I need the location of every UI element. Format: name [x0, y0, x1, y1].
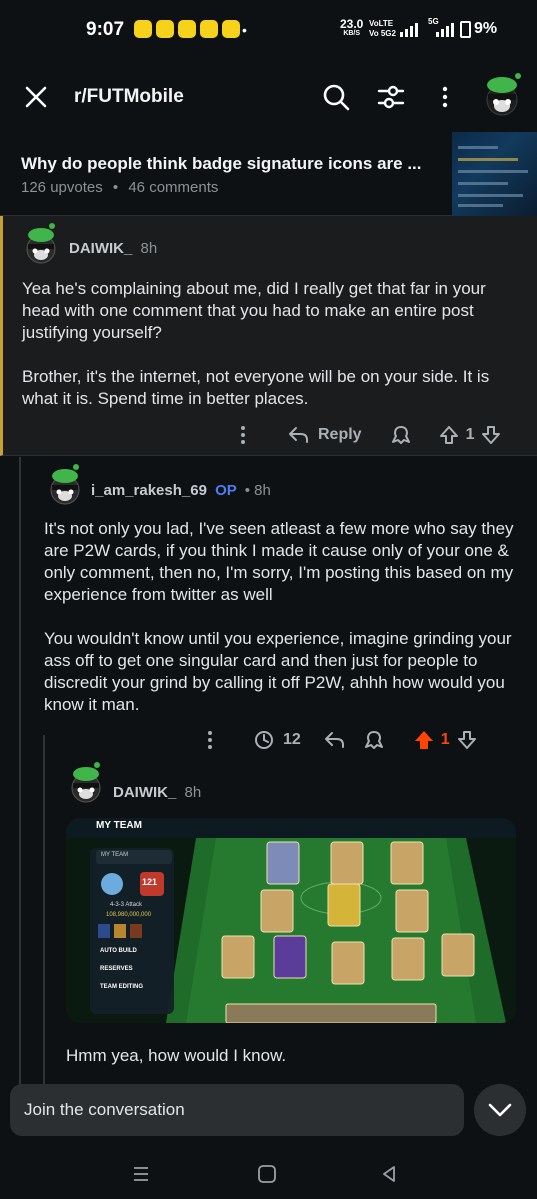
comment-author[interactable]: DAIWIK_ 8h	[113, 784, 201, 801]
game-dropdown: MY TEAM	[101, 852, 129, 858]
award-icon[interactable]	[363, 729, 385, 751]
volte-indicator: VoLTE Vo 5G2	[369, 19, 396, 38]
comment-highlighted: DAIWIK_ 8h Yea he's complaining about me…	[0, 216, 537, 456]
reply-icon[interactable]	[323, 730, 345, 750]
comment-body: It's not only you lad, I've seen atleast…	[44, 519, 514, 714]
post-title[interactable]: Why do people think badge signature icon…	[21, 154, 422, 174]
battery-level: 9%	[474, 20, 498, 37]
notification-dot: •	[242, 22, 247, 38]
award-count: 12	[283, 731, 301, 748]
status-time: 9:07	[86, 19, 125, 40]
system-nav-bar	[0, 1150, 537, 1199]
user-avatar[interactable]	[21, 222, 61, 268]
network-speed: 23.0 KB/S	[340, 17, 364, 37]
chevron-down-icon[interactable]	[474, 1084, 526, 1136]
close-icon[interactable]	[22, 83, 50, 111]
upvote-active-icon[interactable]	[413, 729, 435, 751]
status-bar: 9:07 • 23.0 KB/S VoLTE Vo 5G2 5G 9%	[0, 0, 537, 62]
game-coins: 108,980,000,000	[106, 912, 152, 918]
award-count-icon[interactable]	[253, 729, 275, 751]
comment-author[interactable]: DAIWIK_ 8h	[69, 240, 157, 257]
downvote-icon[interactable]	[456, 729, 478, 751]
signal-icon-2	[436, 23, 454, 37]
avatar[interactable]	[480, 72, 524, 124]
search-icon[interactable]	[321, 82, 351, 112]
more-vertical-icon[interactable]	[430, 82, 460, 112]
snapchat-icon	[156, 20, 174, 38]
game-screenshot-image	[66, 818, 516, 1023]
vote-count: 1	[465, 426, 475, 443]
downvote-icon[interactable]	[480, 424, 502, 446]
subreddit-name[interactable]: r/FUTMobile	[74, 86, 184, 108]
comment-body: Hmm yea, how would I know.	[66, 1046, 287, 1065]
vote-count: 1	[440, 731, 450, 748]
reply-button[interactable]: Reply	[318, 426, 362, 444]
user-avatar[interactable]	[66, 761, 106, 807]
more-icon[interactable]	[200, 729, 220, 751]
game-rating: 121	[142, 877, 158, 887]
game-header: MY TEAM	[96, 820, 142, 831]
snapchat-icon	[178, 20, 196, 38]
comment-composer[interactable]: Join the conversation	[10, 1084, 464, 1136]
snapchat-icon	[222, 20, 240, 38]
op-badge: OP	[215, 482, 237, 499]
game-menu-team-editing: TEAM EDITING	[100, 984, 143, 990]
composer-placeholder: Join the conversation	[24, 1100, 185, 1119]
home-icon[interactable]	[256, 1163, 278, 1185]
more-icon[interactable]	[233, 424, 253, 446]
comment-image[interactable]: MY TEAM MY TEAM 121 4-3-3 Attack 108,980…	[66, 818, 516, 1023]
thread-line[interactable]	[19, 457, 21, 1087]
recents-icon[interactable]	[130, 1164, 152, 1184]
post-thumbnail[interactable]	[452, 132, 537, 216]
filter-icon[interactable]	[376, 82, 406, 112]
comment-actions: Reply 1	[233, 424, 502, 446]
post-header[interactable]: Why do people think badge signature icon…	[0, 132, 537, 216]
user-avatar[interactable]	[45, 463, 85, 509]
game-formation: 4-3-3 Attack	[110, 902, 143, 908]
post-meta: 126 upvotes • 46 comments	[21, 179, 219, 196]
upvote-count: 126 upvotes	[21, 179, 103, 196]
battery-icon	[460, 21, 471, 38]
game-menu-auto-build: AUTO BUILD	[100, 948, 137, 954]
thread-line[interactable]	[43, 735, 45, 1087]
snapchat-icon	[134, 20, 152, 38]
upvote-icon[interactable]	[438, 424, 460, 446]
comment-count: 46 comments	[128, 179, 219, 196]
top-app-bar: r/FUTMobile	[0, 62, 537, 132]
comment-author[interactable]: i_am_rakesh_69 OP • 8h	[91, 482, 271, 499]
game-menu-reserves: RESERVES	[100, 966, 133, 972]
comment-actions: 12 1	[200, 729, 478, 751]
reply-icon[interactable]	[287, 425, 309, 445]
comment-body: Yea he's complaining about me, did I rea…	[22, 279, 490, 408]
back-icon[interactable]	[378, 1163, 400, 1185]
snapchat-icon	[200, 20, 218, 38]
award-icon[interactable]	[390, 424, 412, 446]
signal-icon	[400, 23, 418, 37]
